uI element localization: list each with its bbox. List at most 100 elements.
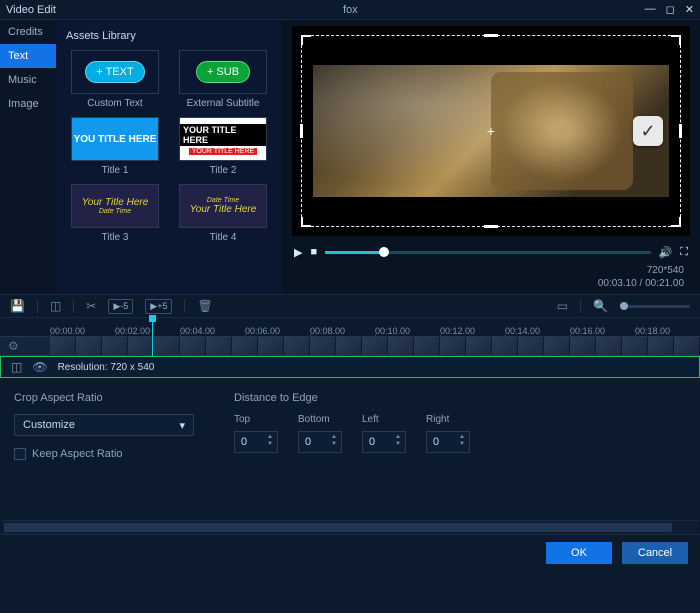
text-badge: + TEXT (85, 61, 144, 83)
ruler-tick: 00:00.00 (50, 326, 115, 336)
asset-label: Title 2 (210, 165, 237, 176)
check-icon: ✓ (640, 121, 655, 142)
asset-label: Title 3 (102, 232, 129, 243)
crop-handle-br[interactable] (671, 217, 681, 227)
checkbox-box[interactable] (14, 448, 26, 460)
asset-external-subtitle[interactable]: + SUB External Subtitle (174, 50, 272, 109)
app-title: Video Edit (6, 4, 56, 16)
close-button[interactable]: ✕ (685, 3, 694, 16)
keep-aspect-checkbox[interactable]: Keep Aspect Ratio (14, 448, 194, 460)
document-name: fox (56, 4, 645, 16)
edge-label-top: Top (234, 414, 278, 425)
time-display: 00:03.10 / 00:21.00 (288, 277, 684, 290)
edge-label-left: Left (362, 414, 406, 425)
library-heading: Assets Library (66, 30, 272, 42)
confirm-crop-button[interactable]: ✓ (633, 116, 663, 146)
playback-bar: ▶ ■ 🔊 ⛶ (288, 240, 694, 264)
crop-handle-tr[interactable] (671, 35, 681, 45)
track-settings-icon[interactable]: ⚙ (8, 339, 19, 353)
save-icon[interactable]: 💾 (10, 299, 25, 313)
ruler-tick: 00:06.00 (245, 326, 310, 336)
cancel-button[interactable]: Cancel (622, 542, 688, 564)
resolution-row: ◫ 👁 Resolution: 720 x 540 (0, 356, 700, 378)
edge-bottom-input[interactable]: 0▲▼ (298, 431, 342, 453)
seek-slider[interactable] (325, 251, 650, 254)
crop-tool-icon[interactable]: ◫ (50, 299, 61, 313)
edge-left-input[interactable]: 0▲▼ (362, 431, 406, 453)
preview-eye-icon[interactable]: 👁 (32, 360, 47, 374)
chevron-down-icon: ▾ (179, 419, 185, 432)
spinner-arrows-icon[interactable]: ▲▼ (331, 434, 337, 448)
seek-knob[interactable] (379, 247, 389, 257)
ruler-tick: 00:16.00 (570, 326, 635, 336)
horizontal-scrollbar[interactable] (2, 520, 698, 534)
asset-label: Title 4 (210, 232, 237, 243)
spinner-arrows-icon[interactable]: ▲▼ (459, 434, 465, 448)
asset-custom-text[interactable]: + TEXT Custom Text (66, 50, 164, 109)
play-button[interactable]: ▶ (294, 246, 302, 259)
ruler-tick: 00:12.00 (440, 326, 505, 336)
asset-title-4[interactable]: Date TimeYour Title Here Title 4 (174, 184, 272, 243)
aspect-value: Customize (23, 419, 75, 431)
skip-back-5-button[interactable]: ▶-5 (108, 299, 133, 314)
edge-right-input[interactable]: 0▲▼ (426, 431, 470, 453)
asset-title-3[interactable]: Your Title HereDate Time Title 3 (66, 184, 164, 243)
timeline-track[interactable]: ⚙ (0, 336, 700, 356)
sub-badge: + SUB (196, 61, 250, 83)
crop-handle-bottom[interactable] (484, 225, 498, 228)
playhead[interactable] (152, 318, 153, 356)
video-stage[interactable]: + ✓ (292, 26, 690, 236)
fullscreen-button[interactable]: ⛶ (680, 246, 688, 259)
cut-icon[interactable]: ✂ (86, 299, 96, 313)
ruler-tick: 00:14.00 (505, 326, 570, 336)
crop-settings-panel: Crop Aspect Ratio Customize ▾ Keep Aspec… (0, 378, 700, 520)
crop-mode-icon[interactable]: ◫ (11, 360, 22, 374)
crop-handle-bl[interactable] (301, 217, 311, 227)
crop-handle-tl[interactable] (301, 35, 311, 45)
fit-icon[interactable]: ▭ (557, 299, 568, 313)
minimize-button[interactable]: — (645, 3, 656, 16)
maximize-button[interactable]: ◻ (666, 3, 675, 16)
assets-library: Assets Library + TEXT Custom Text + SUB … (56, 20, 282, 294)
spinner-arrows-icon[interactable]: ▲▼ (395, 434, 401, 448)
stop-button[interactable]: ■ (310, 246, 317, 258)
clip-thumbnails[interactable] (50, 337, 700, 355)
ok-button[interactable]: OK (546, 542, 612, 564)
edge-label-bottom: Bottom (298, 414, 342, 425)
sidebar-tab-image[interactable]: Image (0, 92, 56, 116)
resolution-badge: 720*540 (288, 264, 684, 277)
volume-button[interactable]: 🔊 (659, 246, 673, 259)
aspect-heading: Crop Aspect Ratio (14, 392, 194, 404)
ruler-tick: 00:10.00 (375, 326, 440, 336)
crop-handle-top[interactable] (484, 34, 498, 37)
asset-label: Title 1 (102, 165, 129, 176)
asset-label: Custom Text (87, 98, 142, 109)
time-ruler[interactable]: 00:00.00 00:02.00 00:04.00 00:06.00 00:0… (0, 318, 700, 336)
zoom-knob[interactable] (620, 302, 628, 310)
crop-handle-left[interactable] (300, 124, 303, 138)
ruler-tick: 00:04.00 (180, 326, 245, 336)
ruler-tick: 00:18.00 (635, 326, 700, 336)
dialog-footer: OK Cancel (0, 534, 700, 570)
zoom-slider[interactable] (620, 305, 690, 308)
zoom-icon[interactable]: 🔍 (593, 299, 608, 313)
sidebar-tab-credits[interactable]: Credits (0, 20, 56, 44)
spinner-arrows-icon[interactable]: ▲▼ (267, 434, 273, 448)
scrollbar-thumb[interactable] (4, 523, 672, 532)
distance-heading: Distance to Edge (234, 392, 470, 404)
edge-top-input[interactable]: 0▲▼ (234, 431, 278, 453)
aspect-ratio-select[interactable]: Customize ▾ (14, 414, 194, 436)
sidebar-tab-music[interactable]: Music (0, 68, 56, 92)
crop-handle-right[interactable] (679, 124, 682, 138)
delete-icon[interactable]: 🗑 (197, 299, 212, 313)
skip-fwd-5-button[interactable]: ▶+5 (145, 299, 172, 314)
crop-center-icon[interactable]: + (487, 123, 495, 139)
asset-title-2[interactable]: YOUR TITLE HEREYOUR TITLE HERE Title 2 (174, 117, 272, 176)
preview-panel: + ✓ ▶ ■ 🔊 ⛶ 720*540 00:03.10 / 00:21.00 (282, 20, 700, 294)
asset-title-1[interactable]: YOU TITLE HERE Title 1 (66, 117, 164, 176)
sidebar-tab-text[interactable]: Text (0, 44, 56, 68)
edit-toolbar: 💾 ◫ ✂ ▶-5 ▶+5 🗑 ▭ 🔍 (0, 294, 700, 318)
edge-label-right: Right (426, 414, 470, 425)
resolution-label: Resolution: 720 x 540 (58, 362, 155, 373)
crop-rectangle[interactable]: + (301, 35, 681, 227)
